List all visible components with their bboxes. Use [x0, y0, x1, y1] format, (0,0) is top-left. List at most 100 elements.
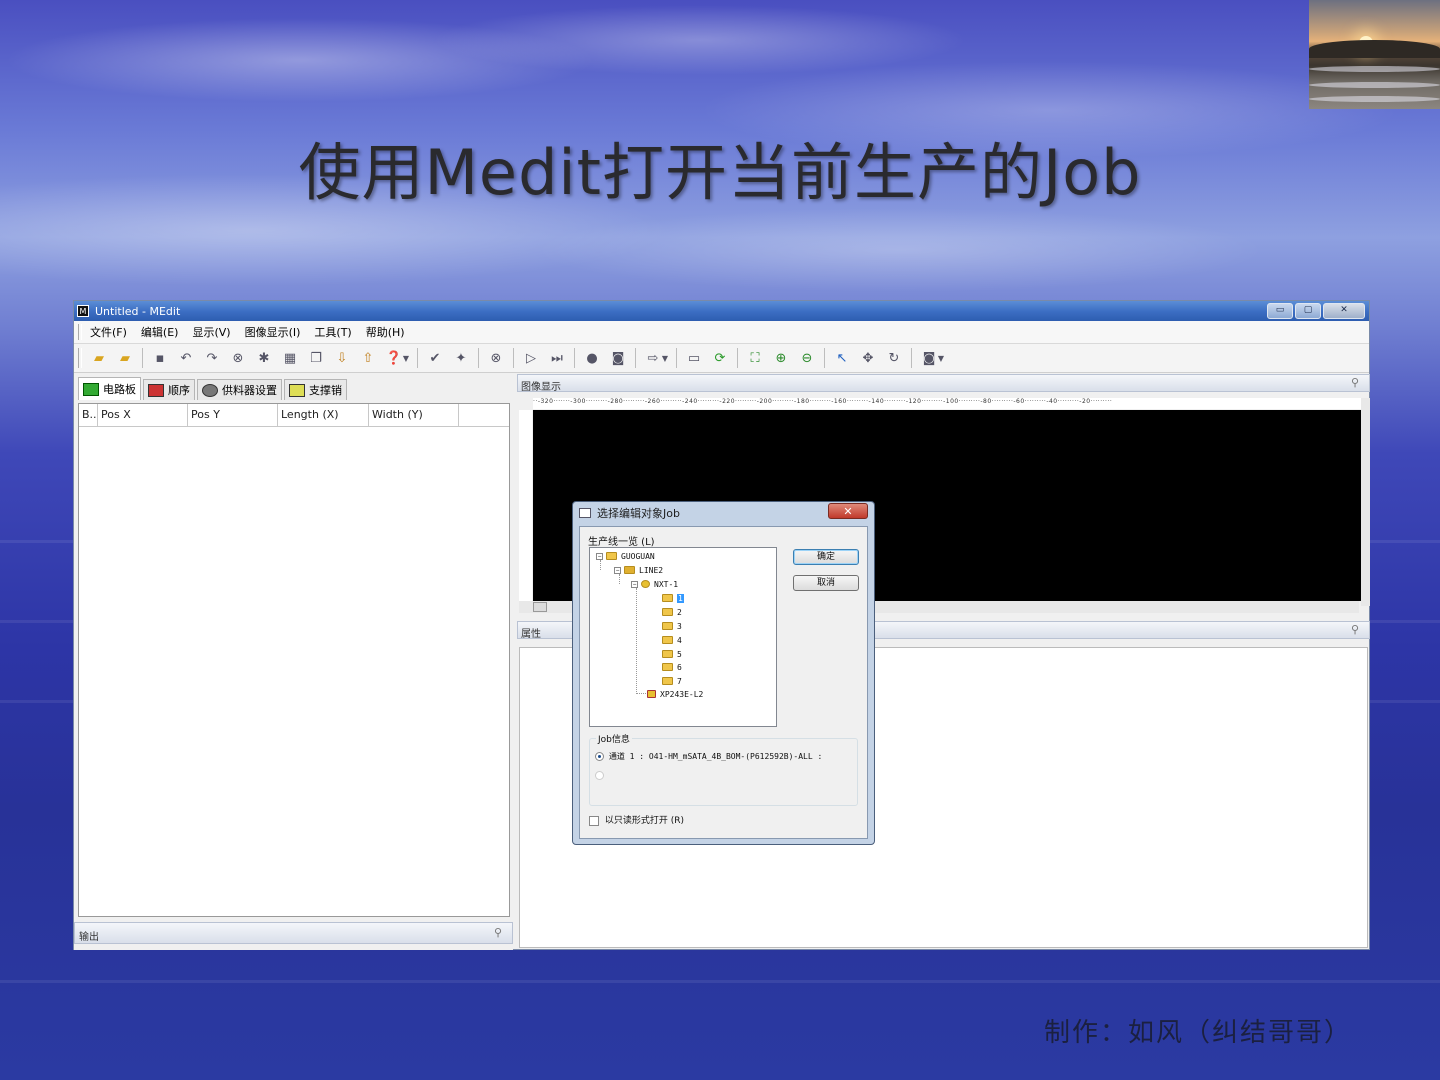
open-job-icon[interactable]: ▰: [116, 349, 134, 367]
radio-button[interactable]: [595, 752, 604, 761]
arrow-right-icon[interactable]: ⇨: [644, 349, 662, 367]
tree-connector: [636, 588, 637, 694]
refresh-icon[interactable]: ⟳: [711, 349, 729, 367]
step-icon[interactable]: ⏭: [548, 349, 566, 367]
board-grid[interactable]: B.. Pos X Pos Y Length (X) Width (Y): [78, 403, 510, 917]
export-icon[interactable]: ⇧: [359, 349, 377, 367]
tree-node-label: 5: [677, 649, 682, 659]
minimize-button[interactable]: ▭: [1267, 303, 1293, 319]
tab-board[interactable]: 电路板: [78, 377, 141, 400]
tab-feeder-setup[interactable]: 供料器设置: [197, 379, 282, 400]
menu-tools[interactable]: 工具(T): [314, 324, 351, 340]
readonly-checkbox[interactable]: [589, 815, 599, 826]
pin-icon[interactable]: ⚲: [1351, 623, 1365, 637]
zoom-in-icon[interactable]: ⊕: [772, 349, 790, 367]
tools-icon[interactable]: ✦: [452, 349, 470, 367]
column-header[interactable]: Pos Y: [188, 404, 278, 426]
tab-support-pin[interactable]: 支撑销: [284, 379, 347, 400]
tree-node-label: 1: [677, 593, 684, 603]
restore-button[interactable]: ▢: [1295, 303, 1321, 319]
job-option-row-empty[interactable]: [595, 771, 604, 781]
tree-label: 生产线一览 (L): [588, 537, 655, 548]
tree-node-machine[interactable]: − NXT-1: [631, 578, 678, 590]
chevron-down-icon[interactable]: ▼: [403, 349, 409, 367]
close-button[interactable]: ✕: [1323, 303, 1365, 319]
pointer-icon[interactable]: ↖: [833, 349, 851, 367]
pin-icon[interactable]: ⚲: [494, 926, 508, 940]
tree-node-module[interactable]: 6: [662, 661, 682, 673]
tree-node-module[interactable]: 4: [662, 634, 682, 646]
image-display-header: 图像显示 ⚲: [517, 374, 1370, 393]
slide-credit: 制作：如风（纠结哥哥）: [1043, 1018, 1352, 1048]
toolbar-separator: [676, 348, 677, 368]
radio-button[interactable]: [595, 771, 604, 780]
tree-node-module[interactable]: 3: [662, 620, 682, 632]
folder-icon: [662, 650, 673, 658]
menu-edit[interactable]: 编辑(E): [141, 324, 179, 340]
display-icon[interactable]: ▭: [685, 349, 703, 367]
vertical-ruler: [519, 410, 532, 605]
tree-node-module[interactable]: 7: [662, 675, 682, 687]
fit-icon[interactable]: ⛶: [746, 349, 764, 367]
open-folder-icon[interactable]: ▰: [90, 349, 108, 367]
collapse-icon[interactable]: −: [614, 566, 621, 574]
tree-node-machine[interactable]: XP243E-L2: [647, 688, 703, 700]
output-panel-header[interactable]: 输出 ⚲: [74, 922, 513, 944]
pin-icon[interactable]: ⚲: [1351, 376, 1365, 390]
window-titlebar[interactable]: M Untitled - MEdit ▭ ▢ ✕: [74, 301, 1369, 321]
collapse-icon[interactable]: −: [631, 580, 638, 588]
toolbar-separator: [417, 348, 418, 368]
camera-icon[interactable]: ◙: [609, 349, 627, 367]
column-header[interactable]: B..: [79, 404, 98, 426]
tree-node-line[interactable]: − LINE2: [614, 564, 663, 576]
zoom-out-icon[interactable]: ⊖: [798, 349, 816, 367]
grid-header: B.. Pos X Pos Y Length (X) Width (Y): [79, 404, 509, 427]
scrollbar-thumb[interactable]: [533, 602, 547, 612]
rotate-icon[interactable]: ↻: [885, 349, 903, 367]
copy-icon[interactable]: ❐: [307, 349, 325, 367]
move-icon[interactable]: ✥: [859, 349, 877, 367]
save-icon[interactable]: ▪: [151, 349, 169, 367]
dialog-icon: [579, 508, 591, 518]
tree-node-module[interactable]: 5: [662, 648, 682, 660]
window-title: Untitled - MEdit: [95, 304, 181, 318]
menu-help[interactable]: 帮助(H): [366, 324, 405, 340]
tree-node-root[interactable]: − GUOGUAN: [596, 550, 655, 562]
vertical-scrollbar[interactable]: [1361, 398, 1370, 606]
readonly-option[interactable]: 以只读形式打开 (R): [589, 813, 684, 826]
cancel-button[interactable]: 取消: [793, 575, 859, 591]
collapse-icon[interactable]: −: [596, 552, 603, 560]
tree-node-module[interactable]: 2: [662, 606, 682, 618]
play-icon[interactable]: ▷: [522, 349, 540, 367]
check-icon[interactable]: ✔: [426, 349, 444, 367]
redo-icon[interactable]: ↷: [203, 349, 221, 367]
menu-file[interactable]: 文件(F): [90, 324, 127, 340]
folder-icon: [606, 552, 617, 560]
bg-band: [0, 980, 1440, 983]
undo-icon[interactable]: ↶: [177, 349, 195, 367]
chevron-down-icon[interactable]: ▼: [662, 349, 668, 367]
tree-node-label: LINE2: [639, 565, 664, 575]
help-icon[interactable]: ❓: [385, 349, 403, 367]
job-option-row[interactable]: 通道 1 : O41-HM_mSATA_4B_BOM-(P612592B)-AL…: [595, 751, 822, 762]
production-line-tree[interactable]: − GUOGUAN − LINE2 − NXT-1 1 2 3 4 5 6 7 …: [589, 547, 777, 727]
menu-image-display[interactable]: 图像显示(I): [245, 324, 301, 340]
column-header[interactable]: Pos X: [98, 404, 188, 426]
import-icon[interactable]: ⇩: [333, 349, 351, 367]
component-icon[interactable]: ✱: [255, 349, 273, 367]
machine-error-icon: [647, 690, 656, 698]
snapshot-icon[interactable]: ◙: [920, 349, 938, 367]
dialog-close-button[interactable]: ✕: [828, 503, 868, 519]
record-icon[interactable]: ●: [583, 349, 601, 367]
tree-node-module[interactable]: 1: [662, 592, 684, 604]
tab-sequence[interactable]: 顺序: [143, 379, 195, 400]
tab-label: 支撑销: [309, 384, 342, 397]
column-header[interactable]: Width (Y): [369, 404, 459, 426]
board-icon[interactable]: ▦: [281, 349, 299, 367]
menu-view[interactable]: 显示(V): [192, 324, 230, 340]
chevron-down-icon[interactable]: ▼: [938, 349, 944, 367]
delete-icon[interactable]: ⊗: [229, 349, 247, 367]
column-header[interactable]: Length (X): [278, 404, 369, 426]
ok-button[interactable]: 确定: [793, 549, 859, 565]
stop-icon[interactable]: ⊗: [487, 349, 505, 367]
